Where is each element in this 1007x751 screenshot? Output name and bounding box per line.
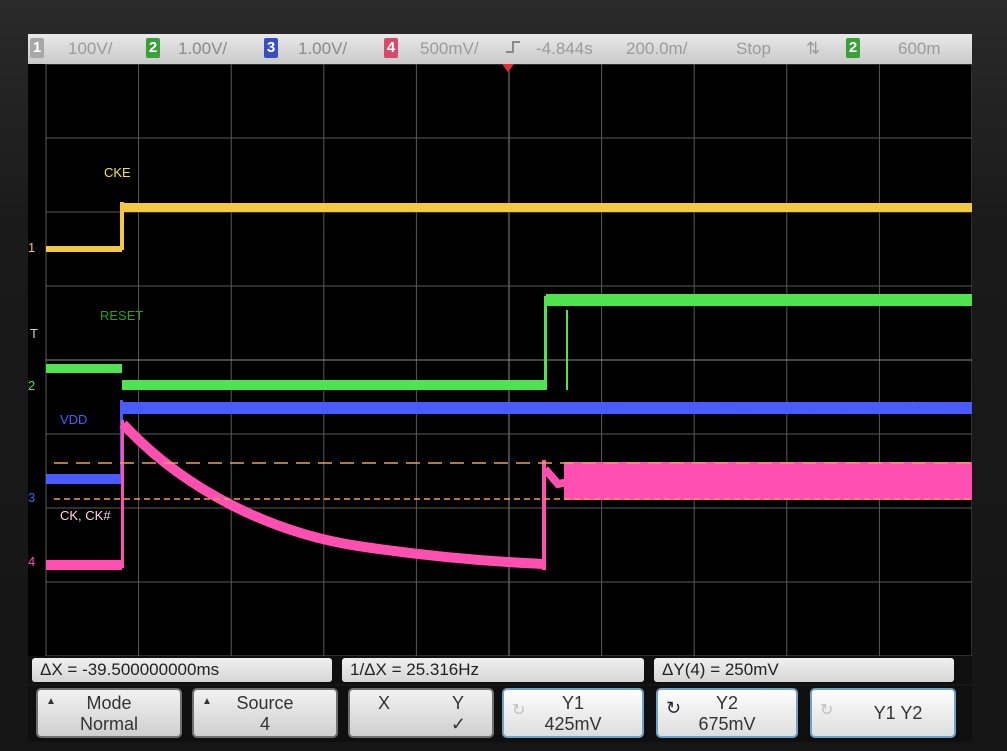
ck-label: CK, CK#	[60, 508, 111, 523]
rotate-knob-icon: ↻	[820, 700, 833, 720]
trigger-level-marker[interactable]: T	[30, 326, 38, 341]
ch4-ground-marker[interactable]: 4	[28, 554, 35, 569]
ch1-indicator[interactable]: 1	[30, 38, 44, 58]
trigger-edge-icon	[504, 38, 522, 63]
mode-softkey[interactable]: ▲ Mode Normal	[36, 688, 182, 738]
ch2-scale: 1.00V/	[178, 39, 227, 59]
y1-value: 425mV	[504, 714, 642, 735]
ch3-indicator[interactable]: 3	[264, 38, 278, 58]
ch1-scale: 100V/	[68, 39, 112, 59]
delta-y-readout: ΔY(4) = 250mV	[654, 658, 954, 682]
y2-value: 675mV	[658, 714, 796, 735]
ck-trace	[46, 420, 972, 570]
check-icon: ✓	[451, 714, 466, 735]
waveforms	[28, 64, 972, 656]
source-value: 4	[194, 714, 336, 735]
y2-softkey[interactable]: ↻ Y2 675mV	[656, 688, 798, 738]
trigger-position-marker	[502, 64, 514, 72]
cke-label: CKE	[104, 165, 131, 180]
delay-value: -4.844s	[536, 39, 593, 59]
mode-label: Mode	[38, 693, 180, 714]
reset-trace	[46, 294, 972, 390]
mode-value: Normal	[38, 714, 180, 735]
ch2-indicator[interactable]: 2	[146, 38, 160, 58]
inverse-delta-x-readout: 1/ΔX = 25.316Hz	[342, 658, 644, 682]
ch4-indicator[interactable]: 4	[384, 38, 398, 58]
cke-trace	[46, 202, 972, 252]
run-state: Stop	[736, 39, 771, 59]
timebase-value: 200.0m/	[626, 39, 687, 59]
y-label: Y	[452, 693, 464, 714]
ch2-ground-marker[interactable]: 2	[28, 378, 35, 393]
trigger-source[interactable]: 2	[846, 38, 860, 58]
trigger-slope-icon: ⇅	[806, 39, 820, 59]
source-softkey[interactable]: ▲ Source 4	[192, 688, 338, 738]
y1-softkey[interactable]: ↻ Y1 425mV	[502, 688, 644, 738]
source-label: Source	[194, 693, 336, 714]
y2-label: Y2	[658, 693, 796, 714]
delta-x-readout: ΔX = -39.500000000ms	[32, 658, 332, 682]
cursor-readout: ΔX = -39.500000000ms 1/ΔX = 25.316Hz ΔY(…	[28, 656, 972, 684]
status-bar: 1 100V/ 2 1.00V/ 3 1.00V/ 4 500mV/ -4.84…	[28, 34, 972, 64]
ch3-scale: 1.00V/	[298, 39, 347, 59]
y1-label: Y1	[504, 693, 642, 714]
softkey-menu: ▲ Mode Normal ▲ Source 4 X Y ✓ ↻ Y1 425m…	[28, 686, 972, 742]
waveform-display: 1 T 2 3 4 CKE RESET VDD CK, CK#	[28, 64, 972, 656]
ch3-ground-marker[interactable]: 3	[28, 490, 35, 505]
y1y2-label: Y1 Y2	[842, 703, 954, 724]
x-label: X	[378, 693, 390, 714]
reset-label: RESET	[100, 308, 143, 323]
vdd-label: VDD	[60, 412, 87, 427]
xy-cursor-softkey[interactable]: X Y ✓	[348, 688, 494, 738]
trigger-level: 600m	[898, 39, 941, 59]
ch1-ground-marker[interactable]: 1	[28, 240, 35, 255]
ch4-scale: 500mV/	[420, 39, 479, 59]
y1y2-softkey[interactable]: ↻ Y1 Y2	[810, 688, 956, 738]
